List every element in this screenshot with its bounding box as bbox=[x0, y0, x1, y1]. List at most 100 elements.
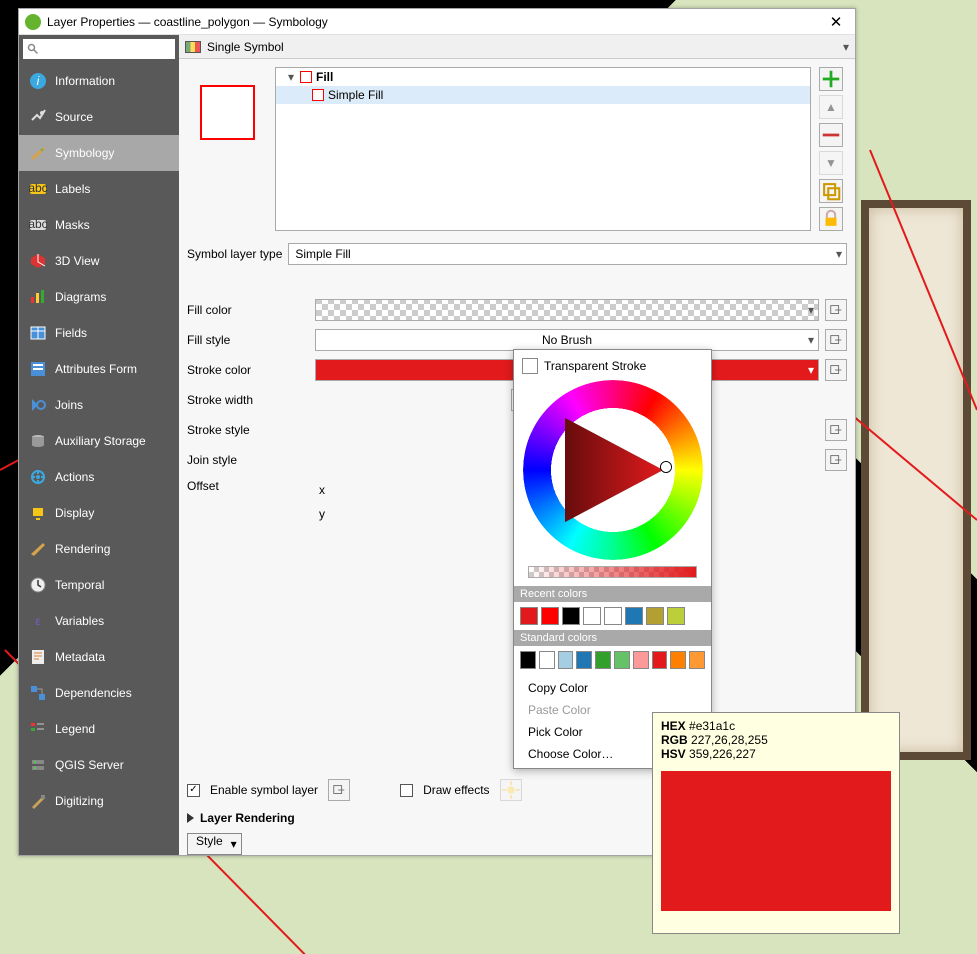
recent-color-swatch[interactable] bbox=[541, 607, 559, 625]
standard-colors-header: Standard colors bbox=[514, 630, 711, 646]
sidebar-search-input[interactable] bbox=[23, 39, 175, 59]
chevron-right-icon bbox=[187, 813, 194, 823]
offset-label: Offset bbox=[187, 479, 309, 493]
recent-color-swatch[interactable] bbox=[562, 607, 580, 625]
fill-style-override[interactable] bbox=[825, 329, 847, 351]
transparent-swatch-icon bbox=[522, 358, 538, 374]
tree-item-simple-fill[interactable]: Simple Fill bbox=[276, 86, 810, 104]
tree-root-fill[interactable]: ▾ Fill bbox=[276, 68, 810, 86]
recent-color-swatch[interactable] bbox=[583, 607, 601, 625]
sidebar-item-symbology[interactable]: Symbology bbox=[19, 135, 179, 171]
qgis-server-icon bbox=[29, 756, 47, 774]
recent-color-swatch[interactable] bbox=[646, 607, 664, 625]
variables-icon: ε bbox=[29, 612, 47, 630]
sidebar-item-joins[interactable]: Joins bbox=[19, 387, 179, 423]
sidebar-item-digitizing[interactable]: Digitizing bbox=[19, 783, 179, 819]
rendering-icon bbox=[29, 540, 47, 558]
color-wheel[interactable] bbox=[523, 380, 703, 560]
alpha-slider[interactable] bbox=[528, 566, 697, 578]
category-sidebar: iInformationSourceSymbologyabcLabelsabcM… bbox=[19, 35, 179, 855]
standard-color-swatch[interactable] bbox=[595, 651, 611, 669]
svg-text:abc: abc bbox=[29, 217, 47, 231]
standard-color-swatch[interactable] bbox=[670, 651, 686, 669]
recent-color-swatch[interactable] bbox=[520, 607, 538, 625]
sidebar-item-display[interactable]: Display bbox=[19, 495, 179, 531]
recent-colors-row bbox=[514, 602, 711, 630]
fill-color-button[interactable]: ▾ bbox=[315, 299, 819, 321]
sidebar-item-dependencies[interactable]: Dependencies bbox=[19, 675, 179, 711]
join-style-override[interactable] bbox=[825, 449, 847, 471]
renderer-selector[interactable]: Single Symbol ▾ bbox=[179, 35, 855, 59]
sidebar-item-qgis-server[interactable]: QGIS Server bbox=[19, 747, 179, 783]
sidebar-item-information[interactable]: iInformation bbox=[19, 63, 179, 99]
fill-color-override[interactable] bbox=[825, 299, 847, 321]
color-tooltip: HEX #e31a1c RGB 227,26,28,255 HSV 359,22… bbox=[652, 712, 900, 934]
recent-colors-header: Recent colors bbox=[514, 586, 711, 602]
standard-color-swatch[interactable] bbox=[652, 651, 668, 669]
sidebar-item-labels[interactable]: abcLabels bbox=[19, 171, 179, 207]
stroke-style-override[interactable] bbox=[825, 419, 847, 441]
enable-symbol-layer-checkbox[interactable] bbox=[187, 784, 200, 797]
standard-color-swatch[interactable] bbox=[689, 651, 705, 669]
enable-symbol-layer-label: Enable symbol layer bbox=[210, 783, 318, 797]
style-menu-button[interactable]: Style▾ bbox=[187, 833, 242, 855]
offset-x-label: x bbox=[315, 483, 325, 497]
symbol-layer-type-select[interactable]: Simple Fill ▾ bbox=[288, 243, 847, 265]
standard-color-swatch[interactable] bbox=[633, 651, 649, 669]
stroke-color-override[interactable] bbox=[825, 359, 847, 381]
sidebar-item-auxiliary-storage[interactable]: Auxiliary Storage bbox=[19, 423, 179, 459]
close-button[interactable]: ✕ bbox=[823, 13, 849, 31]
source-icon bbox=[29, 108, 47, 126]
sidebar-item-source[interactable]: Source bbox=[19, 99, 179, 135]
offset-y-label: y bbox=[315, 507, 325, 521]
stroke-width-label: Stroke width bbox=[187, 393, 309, 407]
stroke-color-label: Stroke color bbox=[187, 363, 309, 377]
sidebar-item-fields[interactable]: Fields bbox=[19, 315, 179, 351]
fields-icon bbox=[29, 324, 47, 342]
draw-effects-checkbox[interactable] bbox=[400, 784, 413, 797]
lock-button[interactable] bbox=[819, 207, 843, 231]
color-cursor[interactable] bbox=[661, 462, 671, 472]
fill-color-label: Fill color bbox=[187, 303, 309, 317]
recent-color-swatch[interactable] bbox=[625, 607, 643, 625]
copy-color-menu-item[interactable]: Copy Color bbox=[514, 677, 711, 699]
sidebar-item-variables[interactable]: εVariables bbox=[19, 603, 179, 639]
3d-view-icon bbox=[29, 252, 47, 270]
transparent-stroke-option[interactable]: Transparent Stroke bbox=[522, 358, 703, 374]
standard-color-swatch[interactable] bbox=[558, 651, 574, 669]
recent-color-swatch[interactable] bbox=[667, 607, 685, 625]
tree-item-label: Simple Fill bbox=[328, 88, 383, 102]
sidebar-item-3d-view[interactable]: 3D View bbox=[19, 243, 179, 279]
symbol-layer-tree[interactable]: ▾ Fill Simple Fill bbox=[275, 67, 811, 231]
enable-symbol-override[interactable] bbox=[328, 779, 350, 801]
tree-root-label: Fill bbox=[316, 70, 333, 84]
sidebar-item-attributes-form[interactable]: Attributes Form bbox=[19, 351, 179, 387]
fill-style-label: Fill style bbox=[187, 333, 309, 347]
remove-symbol-layer-button[interactable] bbox=[819, 123, 843, 147]
sidebar-item-masks[interactable]: abcMasks bbox=[19, 207, 179, 243]
svg-text:abc: abc bbox=[29, 181, 47, 195]
sidebar-item-actions[interactable]: Actions bbox=[19, 459, 179, 495]
legend-icon bbox=[29, 720, 47, 738]
diagrams-icon bbox=[29, 288, 47, 306]
attributes-form-icon bbox=[29, 360, 47, 378]
fill-style-select[interactable]: No Brush▾ bbox=[315, 329, 819, 351]
sidebar-item-diagrams[interactable]: Diagrams bbox=[19, 279, 179, 315]
stroke-style-label: Stroke style bbox=[187, 423, 309, 437]
duplicate-button[interactable] bbox=[819, 179, 843, 203]
standard-color-swatch[interactable] bbox=[614, 651, 630, 669]
symbology-icon bbox=[29, 144, 47, 162]
temporal-icon bbox=[29, 576, 47, 594]
add-symbol-layer-button[interactable] bbox=[819, 67, 843, 91]
chevron-down-icon: ▾ bbox=[843, 40, 849, 54]
standard-color-swatch[interactable] bbox=[520, 651, 536, 669]
sidebar-item-legend[interactable]: Legend bbox=[19, 711, 179, 747]
sidebar-item-metadata[interactable]: Metadata bbox=[19, 639, 179, 675]
standard-color-swatch[interactable] bbox=[576, 651, 592, 669]
svg-text:ε: ε bbox=[35, 614, 41, 628]
standard-color-swatch[interactable] bbox=[539, 651, 555, 669]
recent-color-swatch[interactable] bbox=[604, 607, 622, 625]
sidebar-item-rendering[interactable]: Rendering bbox=[19, 531, 179, 567]
titlebar: Layer Properties — coastline_polygon — S… bbox=[19, 9, 855, 35]
sidebar-item-temporal[interactable]: Temporal bbox=[19, 567, 179, 603]
